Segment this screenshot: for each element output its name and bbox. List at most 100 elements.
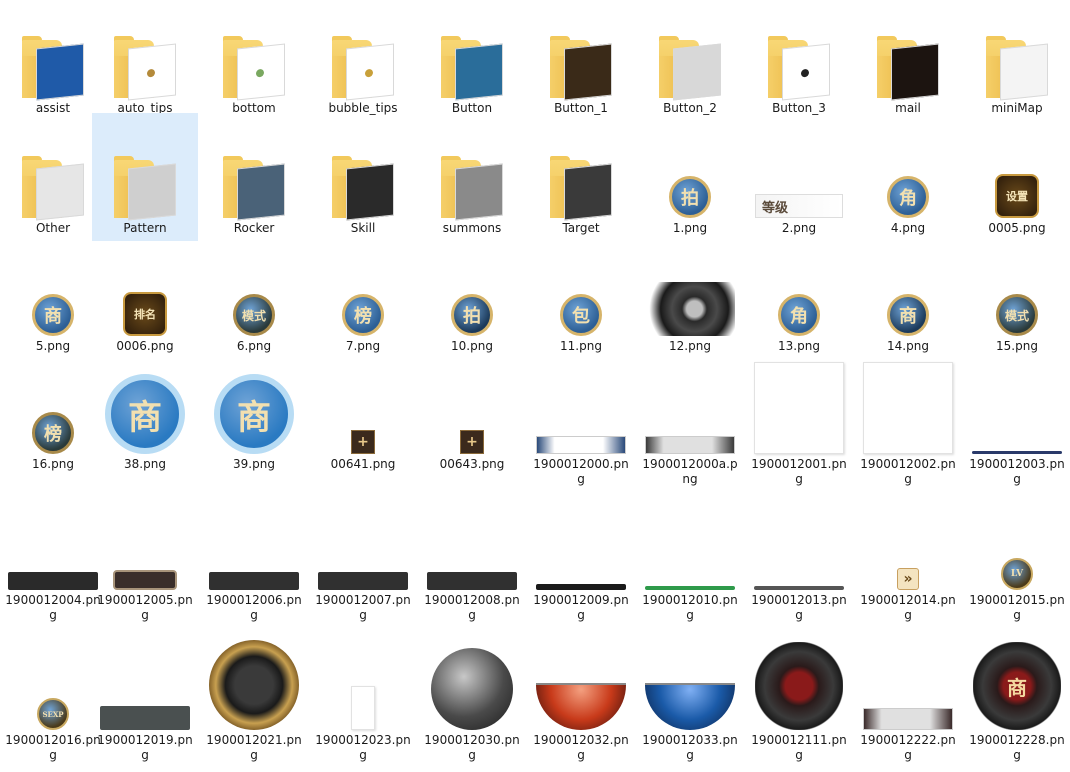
file-item[interactable]: 1900012006.png	[201, 500, 307, 623]
folder-item[interactable]: Skill	[310, 124, 416, 236]
file-item[interactable]: 1900012023.png	[310, 636, 416, 763]
file-item[interactable]: 1900012000.png	[528, 364, 634, 487]
file-item[interactable]: +00641.png	[310, 364, 416, 472]
folder-icon	[441, 36, 503, 101]
folder-item[interactable]: auto_tips	[92, 10, 198, 116]
file-item[interactable]: 角 4.png	[855, 124, 961, 236]
folder-item[interactable]: bottom	[201, 10, 307, 116]
file-name: 0005.png	[988, 221, 1046, 235]
dragon-head-icon	[755, 642, 843, 730]
folder-item[interactable]: summons	[419, 124, 525, 236]
file-item[interactable]: 商 14.png	[855, 246, 961, 354]
file-item[interactable]: 1900012111.png	[746, 636, 852, 763]
folder-icon	[114, 156, 176, 221]
file-item[interactable]: 商 39.png	[201, 364, 307, 472]
plus-icon: +	[351, 430, 375, 454]
file-item[interactable]: 模式 6.png	[201, 246, 307, 354]
file-item[interactable]: 拍 1.png	[637, 124, 743, 236]
folder-item[interactable]: bubble_tips	[310, 10, 416, 116]
file-item[interactable]: 1900012002.png	[855, 362, 961, 487]
coin-icon: 榜	[342, 294, 384, 336]
file-item[interactable]: 商 5.png	[0, 246, 106, 354]
file-item[interactable]: 1900012021.png	[201, 636, 307, 763]
file-item[interactable]: 设置 0005.png	[964, 124, 1070, 236]
file-item[interactable]: 1900012007.png	[310, 500, 416, 623]
file-name: 1900012030.png	[424, 733, 520, 762]
folder-item[interactable]: miniMap	[964, 10, 1070, 116]
thumbnail	[419, 10, 525, 101]
folder-icon	[441, 156, 503, 221]
file-item[interactable]: 包 11.png	[528, 246, 634, 354]
file-name: bottom	[232, 101, 276, 115]
file-item[interactable]: 1900012001.png	[746, 362, 852, 487]
file-item[interactable]: +00643.png	[419, 364, 525, 472]
file-item[interactable]: 1900012003.png	[964, 364, 1070, 487]
thumbnail	[92, 636, 198, 730]
bar-graphic	[209, 572, 299, 590]
file-item[interactable]: 排名 0006.png	[92, 246, 198, 354]
file-item[interactable]: LV 1900012015.png	[964, 500, 1070, 623]
file-name: 1900012008.png	[424, 593, 520, 622]
folder-item[interactable]: Other	[0, 124, 106, 236]
thumbnail	[528, 364, 634, 454]
folder-icon	[550, 36, 612, 101]
file-item[interactable]: 1900012010.png	[637, 500, 743, 623]
thumbnail	[419, 124, 525, 221]
thumbnail	[746, 500, 852, 590]
coin-icon: 模式	[233, 294, 275, 336]
file-name: 2.png	[781, 221, 817, 235]
folder-item[interactable]: mail	[855, 10, 961, 116]
thumbnail	[528, 500, 634, 590]
file-item[interactable]: 商 38.png	[92, 364, 198, 472]
file-item[interactable]: 1900012005.png	[92, 500, 198, 623]
file-item[interactable]: 商 1900012228.png	[964, 636, 1070, 763]
file-item[interactable]: SEXP 1900012016.png	[0, 636, 106, 763]
file-item[interactable]: 1900012032.png	[528, 636, 634, 763]
thumbnail	[310, 10, 416, 101]
orb-icon	[431, 648, 513, 730]
file-name: 1900012010.png	[642, 593, 738, 622]
folder-item[interactable]: Target	[528, 124, 634, 236]
file-item[interactable]: 1900012013.png	[746, 500, 852, 623]
file-item[interactable]: 1900012004.png	[0, 500, 106, 623]
file-item[interactable]: 角 13.png	[746, 246, 852, 354]
folder-item[interactable]: Button_3	[746, 10, 852, 116]
coin-icon: 包	[560, 294, 602, 336]
folder-item[interactable]: Button_2	[637, 10, 743, 116]
file-item[interactable]: 1900012030.png	[419, 636, 525, 763]
strip-graphic	[863, 708, 953, 730]
folder-icon	[22, 156, 84, 221]
coin-icon: 商	[214, 374, 294, 454]
strip-graphic	[536, 436, 626, 454]
file-item[interactable]: 1900012033.png	[637, 636, 743, 763]
file-item[interactable]: 1900012000a.png	[637, 364, 743, 487]
thumbnail	[310, 636, 416, 730]
file-grid: assist auto_tips bottom bubble_tips Button Bu…	[0, 0, 1070, 772]
file-item[interactable]: 1900012009.png	[528, 500, 634, 623]
file-name: 1.png	[672, 221, 708, 235]
folder-item[interactable]: Rocker	[201, 124, 307, 236]
file-name: 10.png	[451, 339, 493, 353]
folder-icon	[768, 36, 830, 101]
folder-item[interactable]: Pattern	[92, 113, 198, 241]
folder-item[interactable]: assist	[0, 10, 106, 116]
file-item[interactable]: 1900012222.png	[855, 636, 961, 763]
file-item[interactable]: 拍 10.png	[419, 246, 525, 354]
file-item[interactable]: » 1900012014.png	[855, 500, 961, 623]
thumbnail	[637, 500, 743, 590]
coin-icon: LV	[1001, 558, 1033, 590]
file-item[interactable]: 1900012019.png	[92, 636, 198, 763]
thumbnail	[92, 124, 198, 221]
thumbnail: 商	[964, 636, 1070, 730]
file-item[interactable]: 1900012008.png	[419, 500, 525, 623]
file-item[interactable]: 模式 15.png	[964, 246, 1070, 354]
file-item[interactable]: 榜 7.png	[310, 246, 416, 354]
folder-item[interactable]: Button_1	[528, 10, 634, 116]
folder-icon	[550, 156, 612, 221]
file-item[interactable]: 榜 16.png	[0, 364, 106, 472]
file-item[interactable]: 12.png	[637, 246, 743, 354]
coin-icon: 商	[32, 294, 74, 336]
file-item[interactable]: 等级 2.png	[746, 124, 852, 236]
file-name: 15.png	[996, 339, 1038, 353]
folder-item[interactable]: Button	[419, 10, 525, 116]
